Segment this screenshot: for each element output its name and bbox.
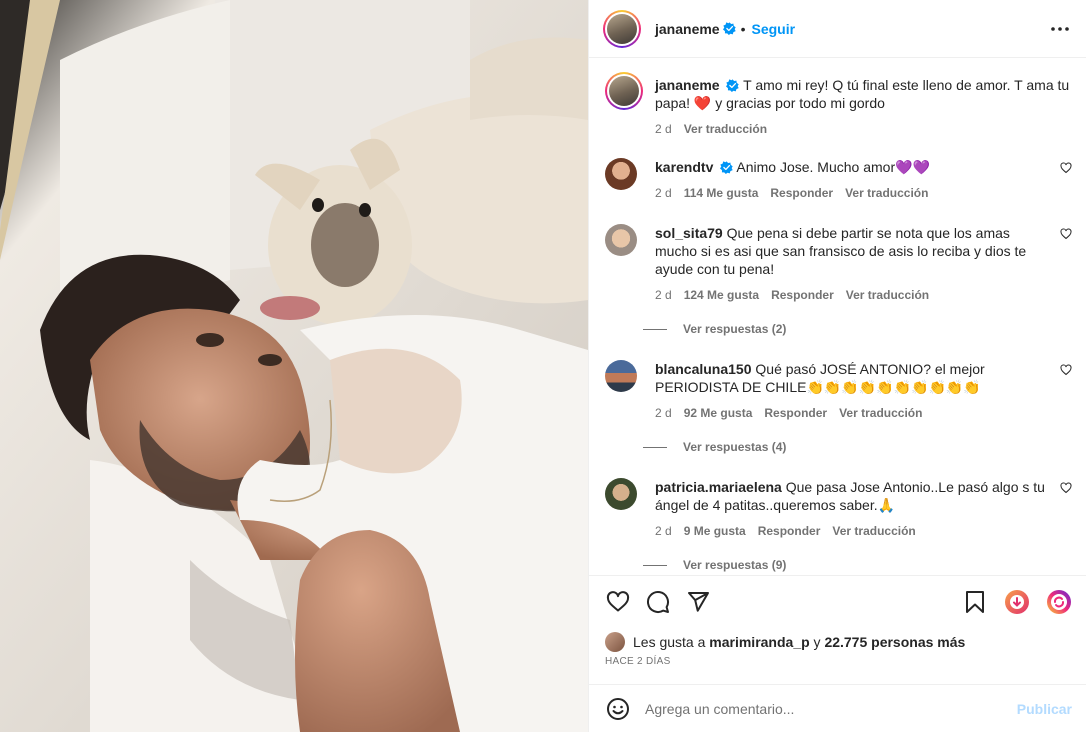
translate-link[interactable]: Ver traducción	[846, 286, 929, 304]
verified-icon	[722, 22, 736, 35]
caption-username[interactable]: jananeme	[655, 77, 720, 93]
like-button[interactable]	[605, 589, 631, 615]
translate-link[interactable]: Ver traducción	[832, 522, 915, 540]
comments-list[interactable]: jananeme T amo mi rey! Q tú final este l…	[589, 58, 1086, 575]
view-replies-button[interactable]: Ver respuestas (4)	[643, 440, 786, 454]
comment-text: Animo Jose. Mucho amor💜💜	[736, 159, 930, 175]
heart-icon	[606, 590, 630, 611]
commenter-avatar[interactable]	[605, 478, 637, 510]
likes-prefix: Les gusta a	[633, 634, 706, 650]
translate-link[interactable]: Ver traducción	[839, 404, 922, 422]
comment-heart-icon[interactable]	[1060, 482, 1072, 494]
liker-username[interactable]: marimiranda_p	[709, 634, 809, 650]
post-panel: jananeme • Seguir jananeme T amo mi rey!…	[588, 0, 1086, 732]
post-photo[interactable]	[0, 0, 588, 732]
comment-time: 2 d	[655, 186, 672, 200]
commenter-avatar[interactable]	[605, 224, 637, 256]
comment-item: patricia.mariaelena Que pasa Jose Antoni…	[605, 478, 1072, 542]
comment-item: sol_sita79 Que pena si debe partir se no…	[605, 224, 1072, 304]
comment-icon	[647, 590, 669, 613]
liker-avatar[interactable]	[605, 632, 625, 652]
caption-avatar[interactable]	[605, 72, 643, 110]
follow-button[interactable]: Seguir	[752, 21, 796, 37]
caption: jananeme T amo mi rey! Q tú final este l…	[605, 72, 1072, 142]
verified-icon	[720, 161, 733, 174]
commenter-avatar[interactable]	[605, 158, 637, 190]
comment-heart-icon[interactable]	[1060, 228, 1072, 240]
comment-likes[interactable]: 92 Me gusta	[684, 404, 753, 422]
post-header: jananeme • Seguir	[589, 0, 1086, 58]
more-icon	[1051, 26, 1069, 31]
bookmark-icon	[966, 590, 984, 613]
action-bar	[589, 575, 1086, 627]
comment-likes[interactable]: 124 Me gusta	[684, 286, 759, 304]
replies-line	[643, 564, 667, 566]
download-icon	[1005, 589, 1029, 614]
view-replies-button[interactable]: Ver respuestas (9)	[643, 558, 786, 572]
repost-icon	[1047, 589, 1071, 614]
comment-input[interactable]	[645, 700, 1017, 717]
reply-button[interactable]: Responder	[758, 522, 821, 540]
separator-dot: •	[740, 20, 746, 37]
view-replies-label: Ver respuestas (9)	[683, 558, 787, 572]
likes-summary: Les gusta a marimiranda_p y 22.775 perso…	[605, 632, 1072, 652]
comment-likes[interactable]: 114 Me gusta	[684, 184, 759, 202]
comment-time: 2 d	[655, 288, 672, 302]
comment-heart-icon[interactable]	[1060, 364, 1072, 376]
translate-link[interactable]: Ver traducción	[845, 184, 928, 202]
likes-middle: y	[813, 634, 821, 650]
view-replies-button[interactable]: Ver respuestas (2)	[643, 322, 786, 336]
share-icon	[688, 591, 709, 612]
comment-time: 2 d	[655, 524, 672, 538]
repost-extension-button[interactable]	[1046, 589, 1072, 615]
comment-button[interactable]	[645, 589, 671, 615]
replies-line	[643, 328, 667, 330]
comment-time: 2 d	[655, 406, 672, 420]
verified-icon	[726, 79, 740, 92]
comment-username[interactable]: karendtv	[655, 159, 713, 175]
emoji-button[interactable]	[605, 696, 631, 722]
download-extension-button[interactable]	[1004, 589, 1030, 615]
likes-count[interactable]: 22.775 personas más	[824, 634, 965, 650]
comment-username[interactable]: sol_sita79	[655, 225, 723, 241]
replies-line	[643, 446, 667, 448]
comment-item: karendtv Animo Jose. Mucho amor💜💜 2 d 11…	[605, 158, 1072, 208]
comment-likes[interactable]: 9 Me gusta	[684, 522, 746, 540]
comment-username[interactable]: blancaluna150	[655, 361, 752, 377]
reply-button[interactable]: Responder	[764, 404, 827, 422]
reply-button[interactable]: Responder	[771, 286, 834, 304]
post-photo-image	[0, 0, 588, 732]
view-replies-label: Ver respuestas (4)	[683, 440, 787, 454]
caption-translate-link[interactable]: Ver traducción	[684, 120, 767, 138]
emoji-icon	[607, 697, 629, 720]
comment-username[interactable]: patricia.mariaelena	[655, 479, 782, 495]
save-button[interactable]	[962, 589, 988, 615]
reply-button[interactable]: Responder	[770, 184, 833, 202]
publish-button[interactable]: Publicar	[1017, 701, 1072, 717]
comment-item: blancaluna150 Qué pasó JOSÉ ANTONIO? el …	[605, 360, 1072, 424]
commenter-avatar[interactable]	[605, 360, 637, 392]
more-options-button[interactable]	[1048, 17, 1072, 41]
view-replies-label: Ver respuestas (2)	[683, 322, 787, 336]
comment-heart-icon[interactable]	[1060, 162, 1072, 174]
share-button[interactable]	[685, 589, 711, 615]
author-avatar[interactable]	[603, 9, 641, 48]
caption-time: 2 d	[655, 122, 672, 136]
add-comment-bar: Publicar	[589, 684, 1086, 732]
post-time-ago: HACE 2 DÍAS	[605, 656, 671, 667]
author-username[interactable]: jananeme	[655, 21, 720, 37]
